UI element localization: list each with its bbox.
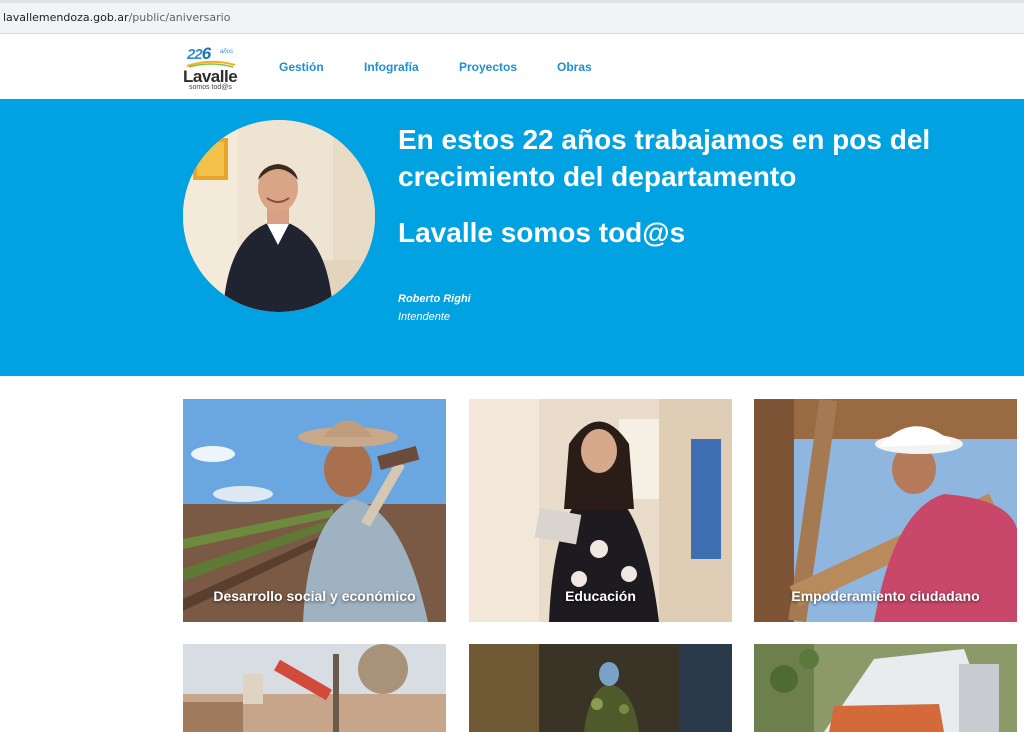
- card-obras-3[interactable]: [754, 644, 1017, 732]
- hero-banner: En estos 22 años trabajamos en pos del c…: [0, 99, 1024, 376]
- author-role: Intendente: [398, 311, 450, 323]
- url-path: /public/aniversario: [128, 11, 231, 24]
- lavalle-logo[interactable]: 226 años Lavalle somos tod@s: [183, 43, 245, 91]
- author-name: Roberto Righi: [398, 293, 471, 305]
- card-label: Educación: [565, 588, 636, 604]
- nav-proyectos[interactable]: Proyectos: [459, 60, 517, 74]
- intendente-portrait: [183, 120, 375, 312]
- card-educacion[interactable]: Educación: [469, 399, 732, 622]
- card-desarrollo-social[interactable]: Desarrollo social y económico: [183, 399, 446, 622]
- card-label: Empoderamiento ciudadano: [791, 588, 980, 604]
- url-domain: lavallemendoza.gob.ar: [3, 11, 129, 24]
- aerial-photo: [754, 644, 1017, 732]
- nav-infografia[interactable]: Infografía: [364, 60, 419, 74]
- site-header: 226 años Lavalle somos tod@s Gestión Inf…: [0, 35, 1024, 99]
- card-empoderamiento[interactable]: Empoderamiento ciudadano: [754, 399, 1017, 622]
- harvest-photo: [469, 644, 732, 732]
- card-label: Desarrollo social y económico: [213, 588, 416, 604]
- nav-gestion[interactable]: Gestión: [279, 60, 324, 74]
- logo-tagline: somos tod@s: [189, 84, 232, 91]
- card-obras-1[interactable]: [183, 644, 446, 732]
- construction-photo: [183, 644, 446, 732]
- nav-obras[interactable]: Obras: [557, 60, 592, 74]
- hero-headline: En estos 22 años trabajamos en pos del c…: [398, 124, 931, 192]
- card-obras-2[interactable]: [469, 644, 732, 732]
- logo-anios: años: [220, 49, 234, 55]
- browser-address-bar[interactable]: lavallemendoza.gob.ar/public/aniversario: [0, 0, 1024, 34]
- tab-strip: [0, 0, 1024, 3]
- hero-subhead: Lavalle somos tod@s: [398, 217, 686, 248]
- url-text[interactable]: lavallemendoza.gob.ar/public/aniversario: [3, 11, 230, 24]
